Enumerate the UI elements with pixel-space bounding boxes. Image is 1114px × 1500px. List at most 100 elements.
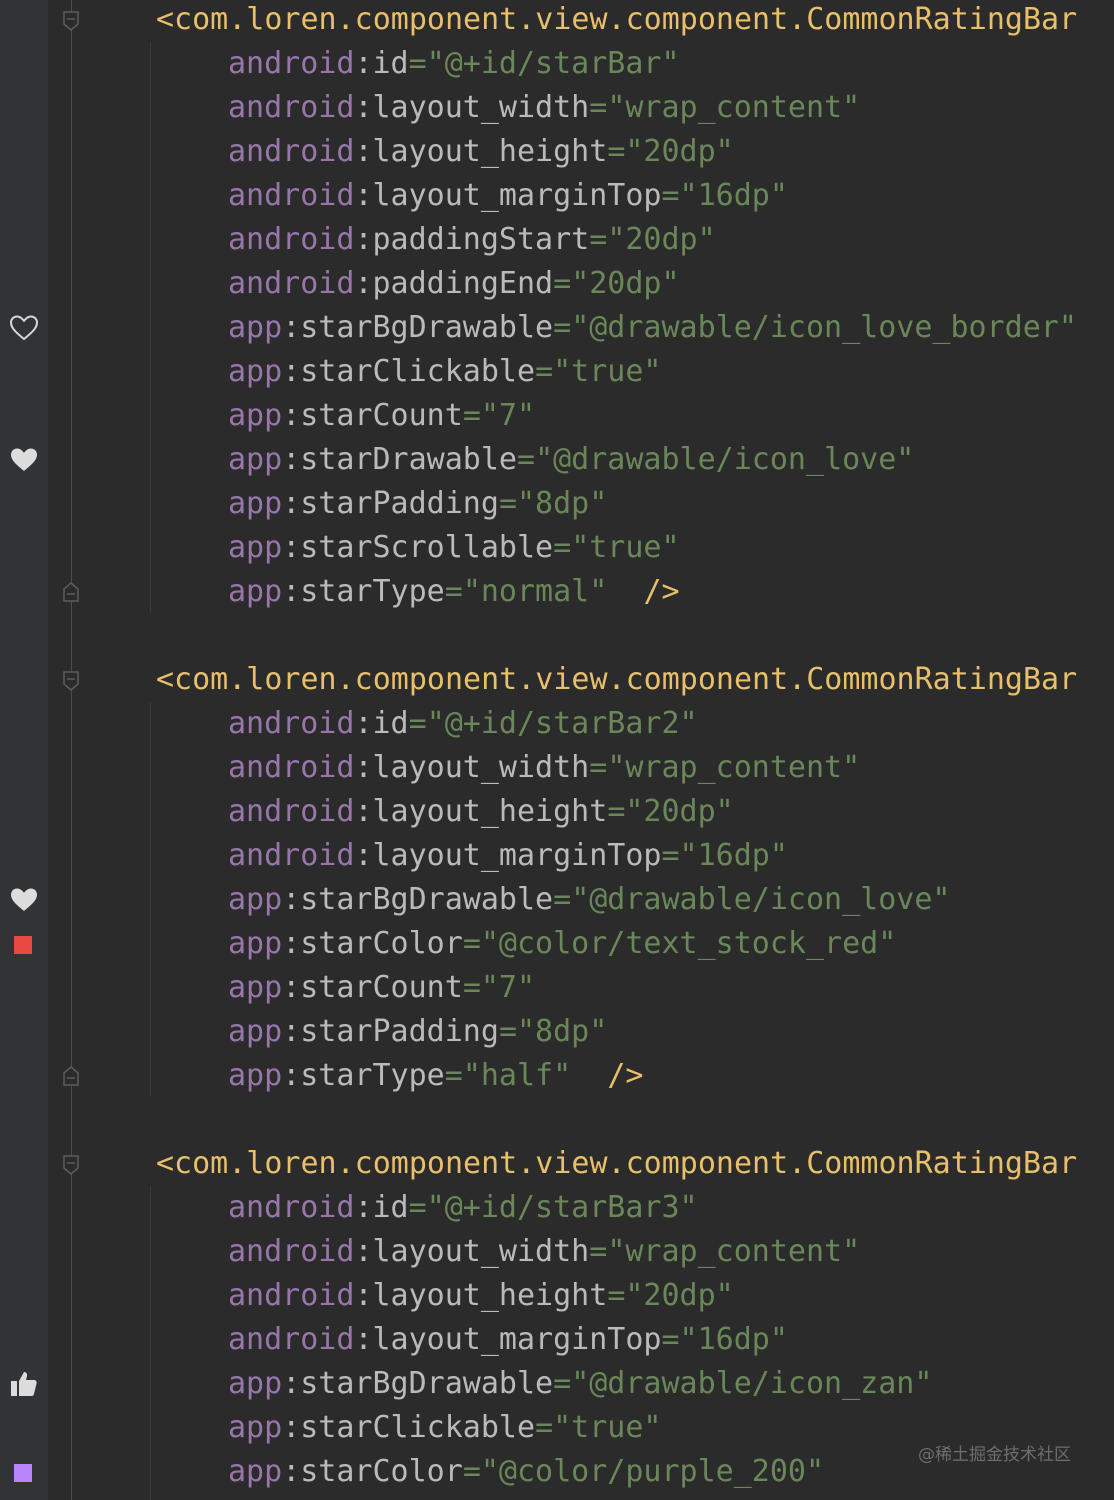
namespace-separator: : bbox=[354, 794, 373, 829]
xml-attribute: android:layout_width="wrap_content" bbox=[228, 86, 860, 130]
code-line-tag-open[interactable]: <com.loren.component.view.component.Comm… bbox=[0, 658, 1114, 702]
code-line-attribute[interactable]: app:starPadding="8dp" bbox=[0, 1010, 1114, 1054]
equals-sign: = bbox=[553, 1366, 572, 1401]
code-line-attribute[interactable]: android:layout_height="20dp" bbox=[0, 130, 1114, 174]
attribute-value: "@drawable/icon_love" bbox=[571, 882, 951, 917]
code-line-attribute[interactable]: android:id="@+id/starBar" bbox=[0, 42, 1114, 86]
code-line-tag-open[interactable]: <com.loren.component.view.component.Comm… bbox=[0, 0, 1114, 42]
xml-attribute: android:layout_height="20dp" bbox=[228, 790, 734, 834]
xml-attribute: app:starBgDrawable="@drawable/icon_love_… bbox=[228, 306, 1077, 350]
xml-attribute: app:starDrawable="@drawable/icon_love" bbox=[228, 438, 914, 482]
code-line-attribute[interactable]: android:layout_marginTop="16dp" bbox=[0, 1318, 1114, 1362]
code-line-attribute[interactable]: android:layout_height="20dp" bbox=[0, 1274, 1114, 1318]
namespace-separator: : bbox=[282, 486, 301, 521]
namespace-separator: : bbox=[282, 310, 301, 345]
attribute-namespace: android bbox=[228, 1234, 355, 1269]
attribute-value: "@drawable/icon_love" bbox=[535, 442, 915, 477]
attribute-namespace: android bbox=[228, 1322, 355, 1357]
code-line-attribute[interactable]: app:starBgDrawable="@drawable/icon_zan" bbox=[0, 1362, 1114, 1406]
attribute-value: "20dp" bbox=[625, 134, 734, 169]
attribute-name: id bbox=[372, 1190, 409, 1225]
attribute-namespace: app bbox=[228, 926, 283, 961]
equals-sign: = bbox=[661, 178, 680, 213]
xml-attribute: android:layout_marginTop="16dp" bbox=[228, 834, 788, 878]
attribute-name: starColor bbox=[300, 1454, 463, 1489]
xml-attribute: app:starColor="@color/purple_200" bbox=[228, 1450, 824, 1494]
attribute-namespace: app bbox=[228, 530, 283, 565]
equals-sign: = bbox=[607, 134, 626, 169]
equals-sign: = bbox=[444, 574, 463, 609]
code-line-attribute[interactable]: android:paddingStart="20dp" bbox=[0, 218, 1114, 262]
code-line-attribute[interactable]: android:layout_width="wrap_content" bbox=[0, 1230, 1114, 1274]
code-line-attribute[interactable]: android:paddingEnd="20dp" bbox=[0, 262, 1114, 306]
attribute-value: "@drawable/icon_love_border" bbox=[571, 310, 1077, 345]
code-line-attribute[interactable]: app:starCount="7" bbox=[0, 394, 1114, 438]
attribute-value: "20dp" bbox=[607, 222, 716, 257]
attribute-namespace: app bbox=[228, 354, 283, 389]
watermark: @稀土掘金技术社区 bbox=[918, 1445, 1071, 1465]
code-line-attribute[interactable]: app:starBgDrawable="@drawable/icon_love" bbox=[0, 878, 1114, 922]
equals-sign: = bbox=[553, 266, 572, 301]
equals-sign: = bbox=[589, 750, 608, 785]
attribute-name: id bbox=[372, 46, 409, 81]
attribute-namespace: android bbox=[228, 1190, 355, 1225]
attribute-value: "@color/purple_200" bbox=[480, 1454, 825, 1489]
attribute-name: starDrawable bbox=[300, 442, 517, 477]
attribute-value: "16dp" bbox=[679, 178, 788, 213]
attribute-name: layout_height bbox=[372, 794, 608, 829]
code-line-attribute[interactable]: app:starColor="@color/text_stock_red" bbox=[0, 922, 1114, 966]
namespace-separator: : bbox=[282, 530, 301, 565]
code-line-attribute[interactable]: app:starClickable="true" bbox=[0, 350, 1114, 394]
attribute-namespace: android bbox=[228, 134, 355, 169]
namespace-separator: : bbox=[282, 970, 301, 1005]
code-line-attribute[interactable]: android:id="@+id/starBar2" bbox=[0, 702, 1114, 746]
attribute-name: starPadding bbox=[300, 1014, 499, 1049]
code-line-attribute[interactable]: app:starType="half" /> bbox=[0, 1054, 1114, 1098]
equals-sign: = bbox=[444, 1058, 463, 1093]
namespace-separator: : bbox=[282, 1366, 301, 1401]
equals-sign: = bbox=[553, 882, 572, 917]
code-line-attribute[interactable]: app:starScrollable="true" bbox=[0, 526, 1114, 570]
attribute-name: paddingStart bbox=[372, 222, 590, 257]
attribute-name: starType bbox=[300, 1058, 445, 1093]
equals-sign: = bbox=[462, 970, 481, 1005]
code-line-tag-open[interactable]: <com.loren.component.view.component.Comm… bbox=[0, 1142, 1114, 1186]
attribute-namespace: app bbox=[228, 574, 283, 609]
code-line-attribute[interactable]: android:id="@+id/starBar3" bbox=[0, 1186, 1114, 1230]
attribute-value: "7" bbox=[480, 398, 536, 433]
code-line-attribute[interactable]: android:layout_marginTop="16dp" bbox=[0, 174, 1114, 218]
attribute-name: layout_height bbox=[372, 1278, 608, 1313]
code-line-attribute[interactable]: app:starPadding="8dp" bbox=[0, 482, 1114, 526]
attribute-value: "true" bbox=[571, 530, 680, 565]
code-line-attribute[interactable]: app:starType="normal" /> bbox=[0, 570, 1114, 614]
attribute-value: "20dp" bbox=[571, 266, 680, 301]
code-line-attribute[interactable]: android:layout_width="wrap_content" bbox=[0, 746, 1114, 790]
code-line-attribute[interactable]: app:starCount="7" bbox=[0, 966, 1114, 1010]
attribute-name: paddingEnd bbox=[372, 266, 554, 301]
equals-sign: = bbox=[553, 310, 572, 345]
code-line-attribute[interactable]: app:starDrawable="@drawable/icon_love" bbox=[0, 438, 1114, 482]
equals-sign: = bbox=[462, 398, 481, 433]
xml-attribute: app:starBgDrawable="@drawable/icon_zan" bbox=[228, 1362, 932, 1406]
code-line-attribute[interactable]: app:starBgDrawable="@drawable/icon_love_… bbox=[0, 306, 1114, 350]
attribute-name: layout_width bbox=[372, 90, 590, 125]
code-line-attribute[interactable]: android:layout_width="wrap_content" bbox=[0, 86, 1114, 130]
code-line-attribute[interactable]: android:layout_height="20dp" bbox=[0, 790, 1114, 834]
attribute-name: starPadding bbox=[300, 486, 499, 521]
namespace-separator: : bbox=[354, 222, 373, 257]
attribute-namespace: android bbox=[228, 46, 355, 81]
attribute-value: "@+id/starBar3" bbox=[426, 1190, 698, 1225]
self-closing-tag: /> bbox=[643, 574, 680, 609]
attribute-value: "@+id/starBar2" bbox=[426, 706, 698, 741]
equals-sign: = bbox=[462, 926, 481, 961]
code-line-attribute[interactable]: android:layout_marginTop="16dp" bbox=[0, 834, 1114, 878]
attribute-name: layout_width bbox=[372, 1234, 590, 1269]
xml-attribute: app:starType="half" /> bbox=[228, 1054, 643, 1098]
attribute-namespace: android bbox=[228, 794, 355, 829]
equals-sign: = bbox=[607, 1278, 626, 1313]
attribute-value: "20dp" bbox=[625, 794, 734, 829]
xml-tag-name: <com.loren.component.view.component.Comm… bbox=[156, 2, 1078, 37]
attribute-value: "7" bbox=[480, 970, 536, 1005]
xml-attribute: android:paddingEnd="20dp" bbox=[228, 262, 680, 306]
